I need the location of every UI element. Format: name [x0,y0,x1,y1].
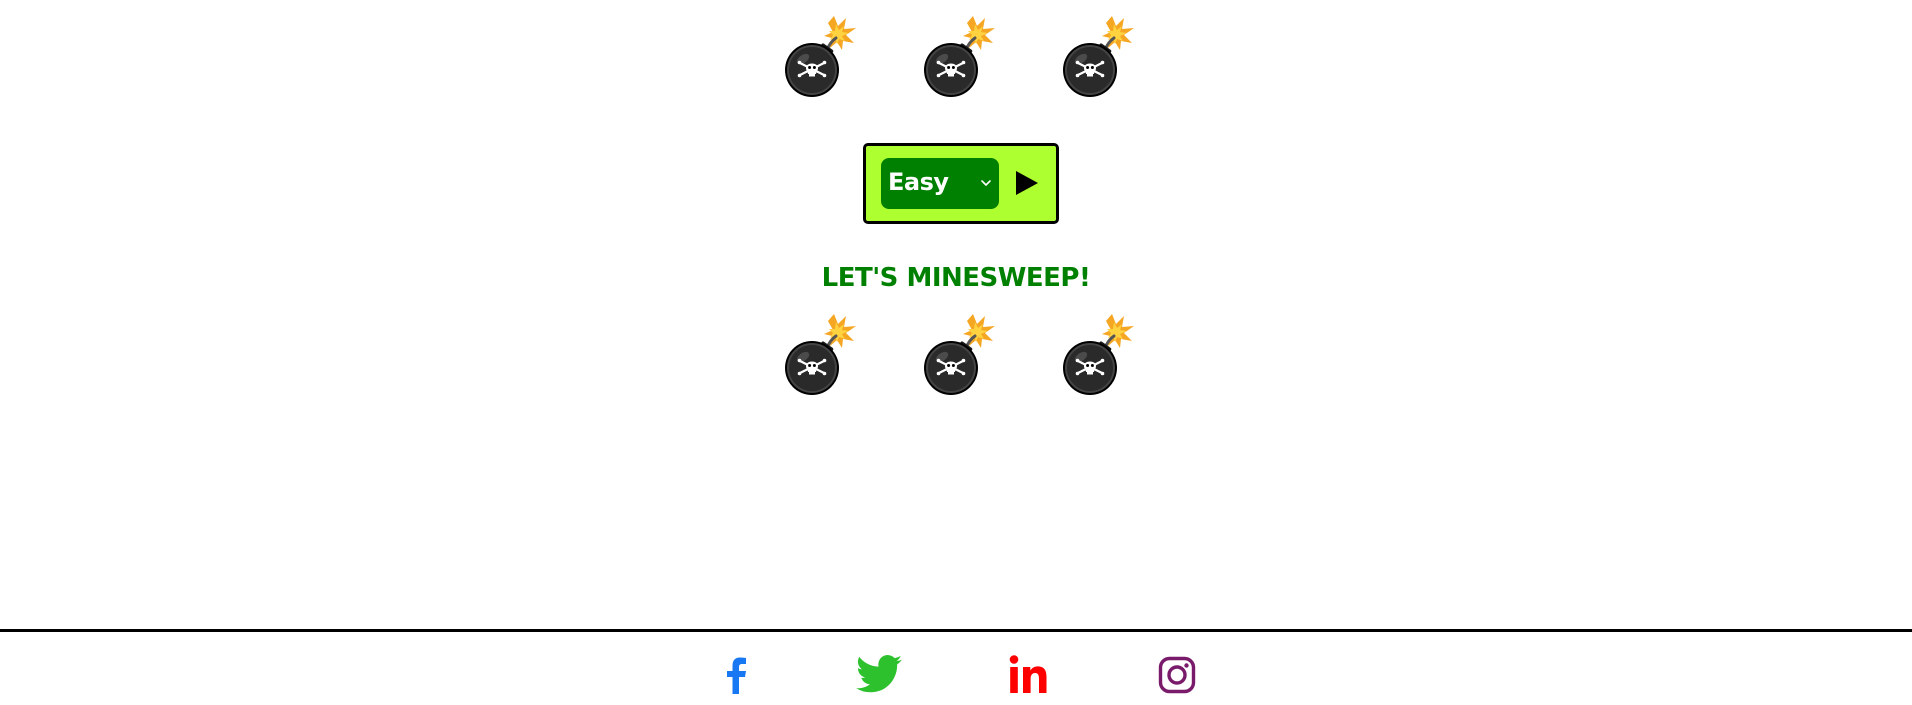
linkedin-icon [1009,655,1047,693]
instagram-link[interactable] [1152,650,1202,700]
bomb-icon [1060,12,1136,102]
bottom-bomb-row [0,310,1912,400]
difficulty-select[interactable]: Easy [881,158,999,209]
difficulty-value: Easy [888,168,949,196]
page-title: LET'S MINESWEEP! [821,263,1091,293]
game-controls-panel: Easy [863,143,1059,224]
linkedin-link[interactable] [1004,650,1054,700]
bomb-icon [782,12,858,102]
facebook-link[interactable] [711,650,761,700]
bomb-icon [782,310,858,400]
footer [0,629,1912,705]
chevron-down-icon [979,175,993,189]
twitter-icon [856,655,902,693]
play-button[interactable] [1008,159,1044,207]
twitter-link[interactable] [854,650,904,700]
bomb-icon [921,12,997,102]
minesweeper-start-page: Easy LET'S MINESWEEP! [0,0,1912,705]
play-triangle-icon [1016,171,1038,195]
top-bomb-row [0,12,1912,102]
instagram-icon [1158,656,1196,694]
facebook-icon [727,657,746,694]
bomb-icon [1060,310,1136,400]
bomb-icon [921,310,997,400]
